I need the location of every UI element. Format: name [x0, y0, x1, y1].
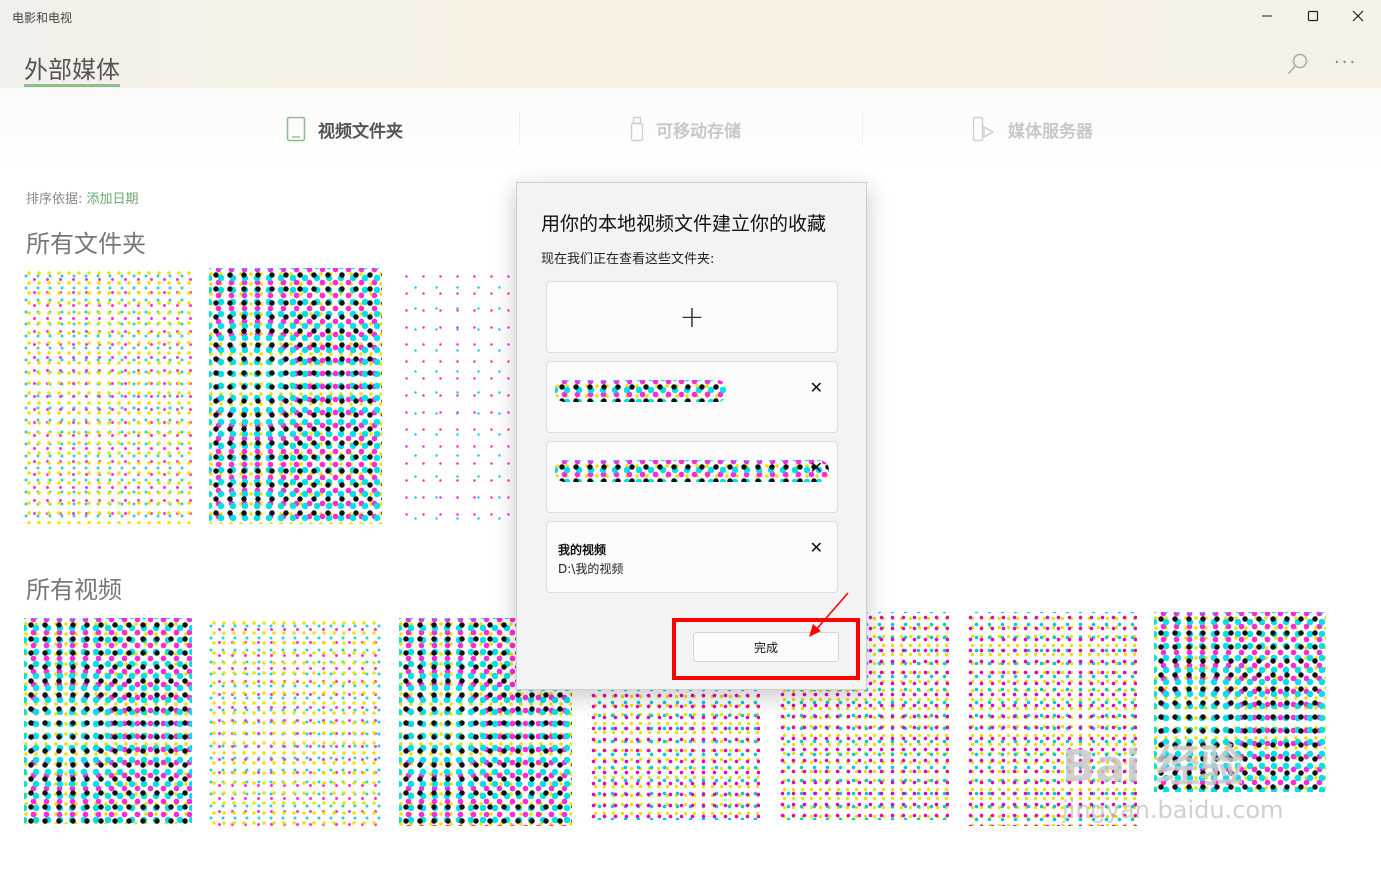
folder-list-item: 我的视频 D:\我的视频 ✕	[546, 521, 838, 593]
page-title-underline	[24, 84, 120, 87]
folder-thumbnail[interactable]	[398, 268, 518, 530]
watermark-logo: Bai 经验	[1062, 741, 1244, 792]
video-thumbnail[interactable]	[24, 618, 192, 824]
watermark: Bai 经验 jingyan.baidu.com	[1062, 730, 1283, 824]
close-button[interactable]	[1335, 0, 1381, 32]
minimize-button[interactable]	[1244, 0, 1290, 32]
minimize-icon	[1262, 15, 1272, 17]
usb-drive-icon	[630, 116, 644, 142]
page-title: 外部媒体	[24, 56, 120, 84]
tab-media-servers[interactable]: 媒体服务器	[972, 112, 1093, 146]
media-server-icon	[972, 116, 995, 142]
remove-folder-icon[interactable]: ✕	[810, 458, 823, 477]
sort-value[interactable]: 添加日期	[87, 192, 139, 207]
tab-removable-storage[interactable]: 可移动存储	[630, 112, 741, 146]
source-tabs: 视频文件夹 可移动存储 媒体服务器	[0, 88, 1381, 168]
all-videos-heading: 所有视频	[26, 576, 122, 604]
annotation-arrow-icon	[809, 592, 849, 637]
tab-label: 可移动存储	[656, 121, 741, 142]
maximize-icon	[1307, 10, 1319, 22]
sort-label: 排序依据:	[26, 192, 83, 207]
video-thumbnail[interactable]	[588, 690, 760, 820]
watermark-url: jingyan.baidu.com	[1062, 796, 1284, 824]
folder-name: 我的视频	[558, 543, 607, 557]
folder-thumbnail[interactable]	[24, 268, 192, 524]
more-options-icon[interactable]: ···	[1334, 52, 1357, 73]
tab-label: 视频文件夹	[318, 121, 403, 142]
plus-icon: +	[679, 299, 705, 335]
video-thumbnail[interactable]	[209, 618, 382, 826]
search-icon[interactable]	[1286, 52, 1310, 76]
folder-list-item: ✕	[546, 361, 838, 433]
app-title: 电影和电视	[12, 11, 73, 25]
add-folder-button[interactable]: +	[546, 281, 838, 353]
tab-video-folders[interactable]: 视频文件夹	[286, 112, 403, 146]
blurred-folder-name	[555, 380, 727, 402]
sort-control[interactable]: 排序依据: 添加日期	[26, 188, 139, 207]
title-bar: 电影和电视 外部媒体 ···	[0, 0, 1381, 88]
blurred-folder-name	[555, 460, 829, 482]
tab-divider	[519, 112, 520, 146]
maximize-button[interactable]	[1290, 0, 1336, 32]
folder-thumbnail[interactable]	[209, 268, 382, 524]
all-folders-heading: 所有文件夹	[26, 230, 146, 258]
tab-label: 媒体服务器	[1008, 121, 1093, 142]
folder-path: D:\我的视频	[558, 562, 624, 576]
dialog-title: 用你的本地视频文件建立你的收藏	[541, 213, 827, 235]
close-icon	[1352, 10, 1364, 22]
folder-tablet-icon	[286, 116, 306, 142]
dialog-subtitle: 现在我们正在查看这些文件夹:	[541, 252, 715, 267]
tab-divider	[862, 112, 863, 146]
folder-list-item: ✕	[546, 441, 838, 513]
remove-folder-icon[interactable]: ✕	[810, 538, 823, 557]
remove-folder-icon[interactable]: ✕	[810, 378, 823, 397]
